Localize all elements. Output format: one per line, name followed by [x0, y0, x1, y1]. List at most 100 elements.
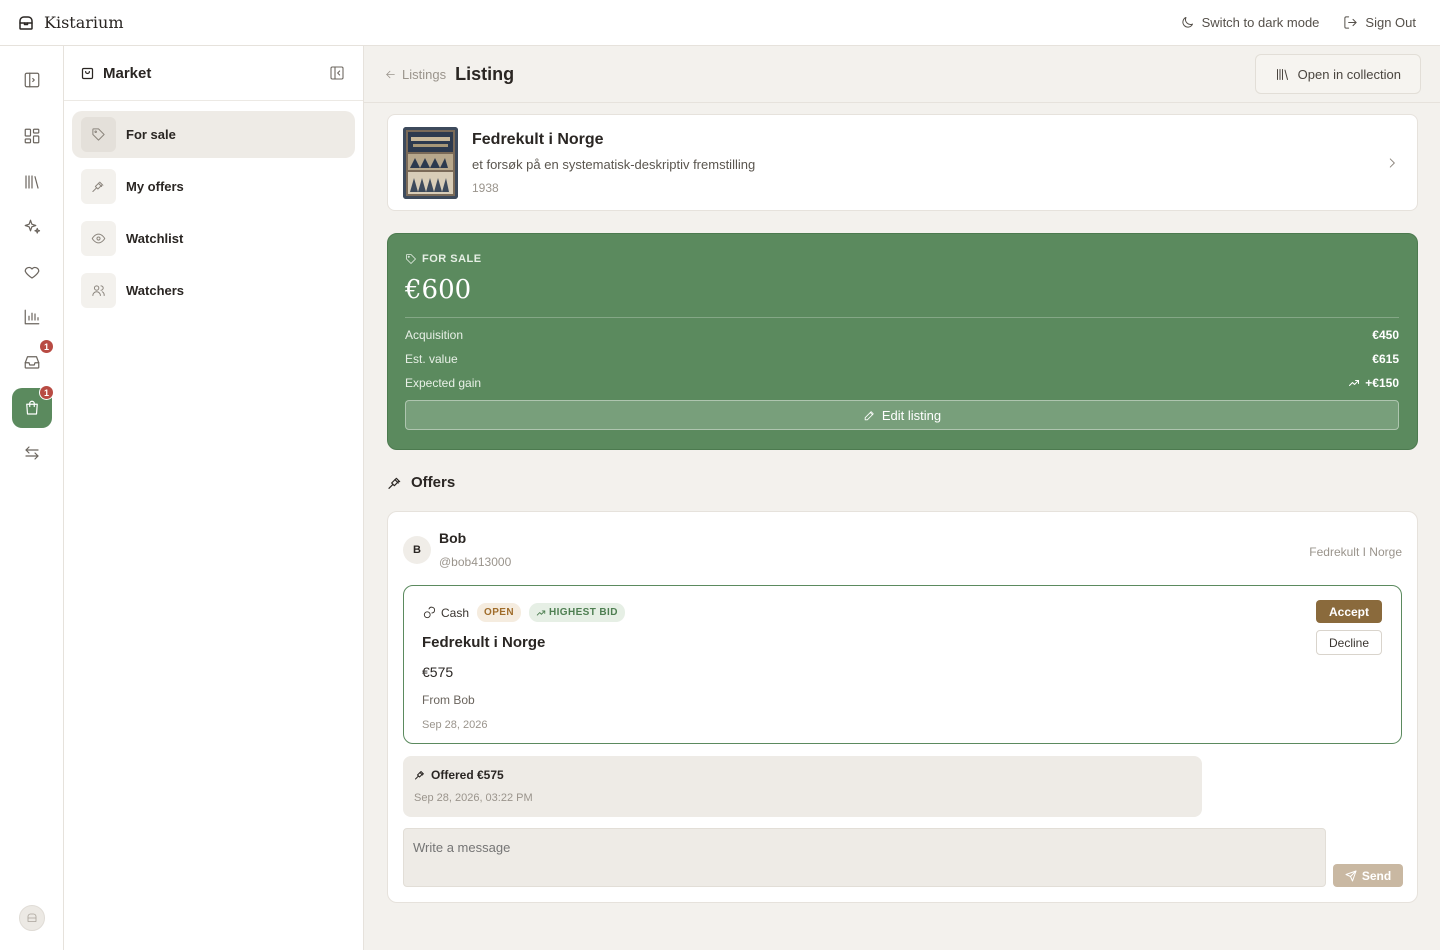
item-title: Fedrekult i Norge: [472, 130, 604, 148]
rail-inbox[interactable]: 1: [12, 339, 54, 382]
menu-item-watchers[interactable]: Watchers: [72, 267, 355, 314]
users-icon: [81, 273, 116, 308]
offer-amount: €575: [422, 664, 454, 680]
user-avatar[interactable]: [19, 905, 45, 931]
inbox-icon: [23, 353, 41, 371]
message-date: Sep 28, 2026, 03:22 PM: [414, 792, 533, 804]
offers-heading: Offers: [387, 474, 455, 491]
dark-mode-toggle[interactable]: Switch to dark mode: [1180, 15, 1320, 30]
page-title: Listing: [455, 63, 515, 84]
chart-icon: [23, 308, 41, 326]
tag-icon: [405, 253, 417, 265]
sale-row-label: Est. value: [405, 352, 458, 366]
rail-sidebar-toggle[interactable]: [12, 60, 52, 100]
top-bar: Kistarium Switch to dark mode Sign Out: [0, 0, 1440, 46]
book-cover-thumbnail: [403, 126, 458, 199]
rail-discover[interactable]: [12, 207, 52, 247]
grid-icon: [23, 127, 41, 145]
collapse-panel-icon[interactable]: [329, 65, 345, 81]
send-button[interactable]: Send: [1333, 864, 1403, 887]
avatar[interactable]: B: [403, 536, 431, 564]
offer-item-ref: Fedrekult I Norge: [1309, 545, 1402, 559]
open-in-collection-label: Open in collection: [1297, 66, 1401, 82]
archive-box-icon: [26, 912, 38, 924]
icon-rail: 1 1: [0, 46, 64, 950]
accept-button[interactable]: Accept: [1316, 600, 1382, 623]
offers-heading-label: Offers: [411, 474, 456, 491]
edit-listing-label: Edit listing: [881, 407, 942, 423]
offer-message: Offered €575 Sep 28, 2026, 03:22 PM: [403, 756, 1202, 817]
menu-item-label: My offers: [126, 179, 184, 194]
sale-row-acquisition: Acquisition €450: [405, 328, 1399, 342]
menu-item-my-offers[interactable]: My offers: [72, 163, 355, 210]
user-name[interactable]: Bob: [439, 530, 511, 546]
sale-label: FOR SALE: [422, 253, 482, 265]
offer-date: Sep 28, 2026: [422, 719, 488, 731]
arrow-left-icon: [384, 68, 397, 81]
sale-row-value: +€150: [1365, 376, 1399, 390]
decline-button[interactable]: Decline: [1316, 630, 1382, 655]
sparkles-icon: [23, 218, 41, 236]
item-year: 1938: [472, 180, 499, 195]
moon-icon: [1180, 15, 1195, 30]
trending-up-icon: [536, 608, 546, 618]
message-title: Offered €575: [431, 768, 504, 782]
sale-row-expected-gain: Expected gain +€150: [405, 376, 1399, 390]
rail-market[interactable]: 1: [12, 385, 54, 428]
rail-dashboard[interactable]: [12, 116, 52, 156]
offer-type: Cash: [422, 606, 469, 620]
send-label: Send: [1361, 868, 1392, 883]
gavel-icon: [387, 475, 403, 491]
sale-row-value-wrap: +€150: [1348, 376, 1399, 390]
sign-out-button[interactable]: Sign Out: [1343, 15, 1416, 30]
message-input[interactable]: [403, 828, 1326, 887]
edit-listing-button[interactable]: Edit listing: [405, 400, 1399, 430]
arrows-swap-icon: [23, 444, 41, 462]
breadcrumb[interactable]: Listings: [384, 67, 446, 82]
sale-row-value: €450: [1372, 328, 1399, 342]
offer-box: Cash OPEN HIGHEST BID Fedrekult i Norge …: [403, 585, 1402, 744]
divider: [405, 317, 1399, 318]
highest-bid-label: HIGHEST BID: [548, 607, 618, 618]
panel-left-icon: [23, 71, 41, 89]
gavel-icon: [81, 169, 116, 204]
inbox-badge: 1: [39, 339, 54, 354]
sale-card: FOR SALE €600 Acquisition €450 Est. valu…: [387, 233, 1418, 450]
menu-item-for-sale[interactable]: For sale: [72, 111, 355, 158]
app-name: Kistarium: [44, 13, 124, 32]
status-badge: OPEN: [477, 603, 521, 622]
sale-row-est-value: Est. value €615: [405, 352, 1399, 366]
eye-icon: [81, 221, 116, 256]
library-icon: [23, 173, 41, 191]
offers-card: B Bob @bob413000 Fedrekult I Norge Cash …: [387, 511, 1418, 903]
rail-favorites[interactable]: [12, 252, 52, 292]
offer-from: From Bob: [422, 693, 475, 707]
panel-title: Market: [103, 64, 152, 82]
offer-user-row: B Bob @bob413000 Fedrekult I Norge: [403, 530, 1402, 569]
market-panel: Market For sale My offers Watchlist Watc…: [64, 46, 364, 950]
library-icon: [1275, 67, 1290, 82]
offer-title: Fedrekult i Norge: [422, 634, 546, 651]
rail-trades[interactable]: [12, 433, 52, 473]
tag-icon: [81, 117, 116, 152]
gavel-icon: [414, 769, 426, 781]
user-handle: @bob413000: [439, 555, 512, 569]
rail-collection[interactable]: [12, 162, 52, 202]
open-in-collection-button[interactable]: Open in collection: [1254, 54, 1421, 94]
rail-stats[interactable]: [12, 297, 52, 337]
sale-row-label: Expected gain: [405, 376, 482, 390]
shopping-bag-icon: [80, 66, 95, 81]
sign-out-label: Sign Out: [1365, 15, 1416, 30]
sale-row-value: €615: [1372, 352, 1399, 366]
menu-item-label: For sale: [126, 127, 176, 142]
menu-item-watchlist[interactable]: Watchlist: [72, 215, 355, 262]
main-content: Listings Listing Open in collection Fedr…: [364, 46, 1440, 950]
offer-type-label: Cash: [441, 605, 470, 620]
brand[interactable]: Kistarium: [0, 13, 124, 32]
item-card[interactable]: Fedrekult i Norge et forsøk på en system…: [387, 114, 1418, 211]
market-badge: 1: [39, 385, 54, 400]
chevron-right-icon: [1385, 156, 1399, 170]
send-icon: [1345, 870, 1357, 882]
dark-mode-label: Switch to dark mode: [1201, 15, 1320, 30]
menu-item-label: Watchers: [126, 283, 185, 298]
